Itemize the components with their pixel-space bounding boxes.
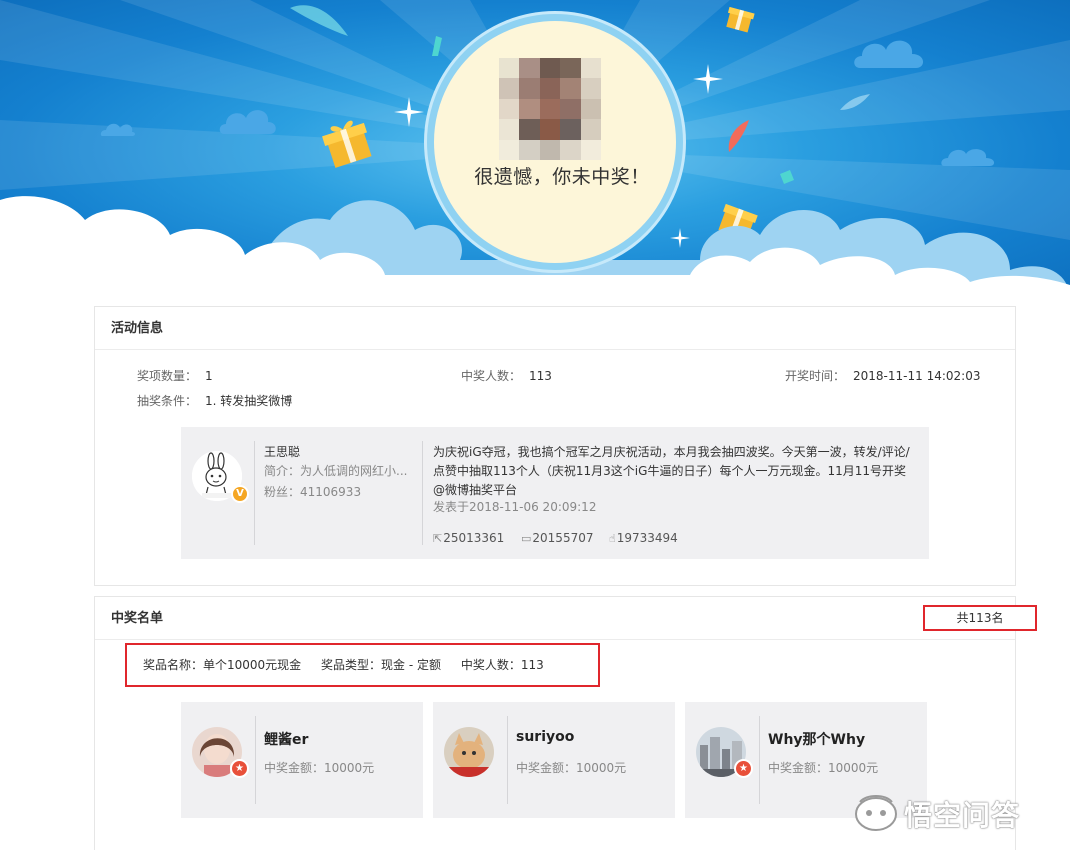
draw-time-value: 2018-11-11 14:02:03	[853, 369, 981, 383]
draw-time-label: 开奖时间：	[785, 369, 846, 383]
repost-icon: ⇱	[433, 532, 443, 545]
repost-count[interactable]: ⇱25013361	[433, 531, 504, 545]
thumbs-up-icon: ☝	[609, 532, 616, 545]
condition-label: 抽奖条件：	[137, 394, 198, 408]
prize-count-label: 奖项数量：	[137, 369, 198, 383]
winners-title: 中奖名单	[95, 597, 1015, 640]
winners-total-badge: 共113名	[923, 605, 1037, 631]
weibo-post-text: 为庆祝iG夺冠，我也搞个冠军之月庆祝活动，本月我会抽四波奖。今天第一波，转发/评…	[433, 445, 910, 497]
activity-info-title: 活动信息	[95, 307, 1015, 350]
winner-amount: 中奖金额：10000元	[264, 761, 375, 775]
activity-info-panel: 活动信息 奖项数量： 1 中奖人数： 113 开奖时间： 2018-11-11 14:…	[94, 306, 1016, 586]
comment-count[interactable]: ▭20155707	[521, 531, 593, 545]
winner-name[interactable]: 鲤酱er	[264, 729, 308, 749]
divider	[254, 441, 255, 545]
cat-photo-icon	[444, 727, 494, 777]
prize-name: 奖品名称：单个10000元现金	[143, 658, 302, 672]
prize-summary: 奖品名称：单个10000元现金 奖品类型：现金 - 定额 中奖人数：113	[125, 643, 600, 687]
divider	[507, 716, 508, 804]
user-avatar-pixelated	[499, 58, 601, 160]
winner-amount: 中奖金额：10000元	[768, 761, 879, 775]
comment-count-value: 20155707	[532, 531, 594, 545]
condition-row: 抽奖条件： 1. 转发抽奖微博	[137, 392, 292, 409]
prize-winner-count: 中奖人数：113	[460, 658, 544, 672]
prize-type: 奖品类型：现金 - 定额	[321, 658, 441, 672]
prize-count-value: 1	[205, 369, 213, 383]
divider	[422, 441, 423, 545]
wukong-logo-icon	[855, 795, 897, 831]
star-badge-icon: ★	[230, 759, 249, 778]
star-badge-icon: ★	[734, 759, 753, 778]
comment-icon: ▭	[521, 532, 532, 545]
winner-count-label: 中奖人数：	[461, 369, 522, 383]
winner-name[interactable]: Why那个Why	[768, 729, 865, 749]
divider	[759, 716, 760, 804]
winner-amount: 中奖金额：10000元	[516, 761, 627, 775]
winner-card[interactable]: suriyoo 中奖金额：10000元	[433, 702, 675, 818]
condition-value: 1. 转发抽奖微博	[205, 394, 293, 408]
winner-avatar[interactable]	[444, 727, 494, 777]
weibo-user-name[interactable]: 王思聪	[264, 443, 300, 460]
weibo-post-time: 发表于2018-11-06 20:09:12	[433, 500, 597, 514]
winner-count-value: 113	[529, 369, 552, 383]
result-message: 很遗憾，你未中奖！	[474, 166, 650, 188]
divider	[255, 716, 256, 804]
result-banner: 很遗憾，你未中奖！	[0, 0, 1070, 300]
prize-count-row: 奖项数量： 1	[137, 367, 213, 384]
like-count[interactable]: ☝19733494	[609, 531, 678, 545]
repost-count-value: 25013361	[443, 531, 505, 545]
winner-count-row: 中奖人数： 113	[461, 367, 552, 384]
verified-badge-icon: V	[231, 485, 249, 503]
draw-time-row: 开奖时间： 2018-11-11 14:02:03	[785, 367, 980, 384]
weibo-user-intro: 简介：为人低调的网红小...	[264, 464, 408, 478]
watermark-text: 悟空问答	[904, 799, 1021, 832]
weibo-post-card[interactable]: V 王思聪 简介：为人低调的网红小... 粉丝：41106933 为庆祝iG夺冠…	[181, 427, 929, 559]
like-count-value: 19733494	[616, 531, 678, 545]
winner-card[interactable]: ★ 鲤酱er 中奖金额：10000元	[181, 702, 423, 818]
wukong-watermark: 悟空问答	[852, 790, 1052, 834]
winner-name[interactable]: suriyoo	[516, 729, 574, 745]
weibo-user-fans: 粉丝：41106933	[264, 485, 362, 499]
